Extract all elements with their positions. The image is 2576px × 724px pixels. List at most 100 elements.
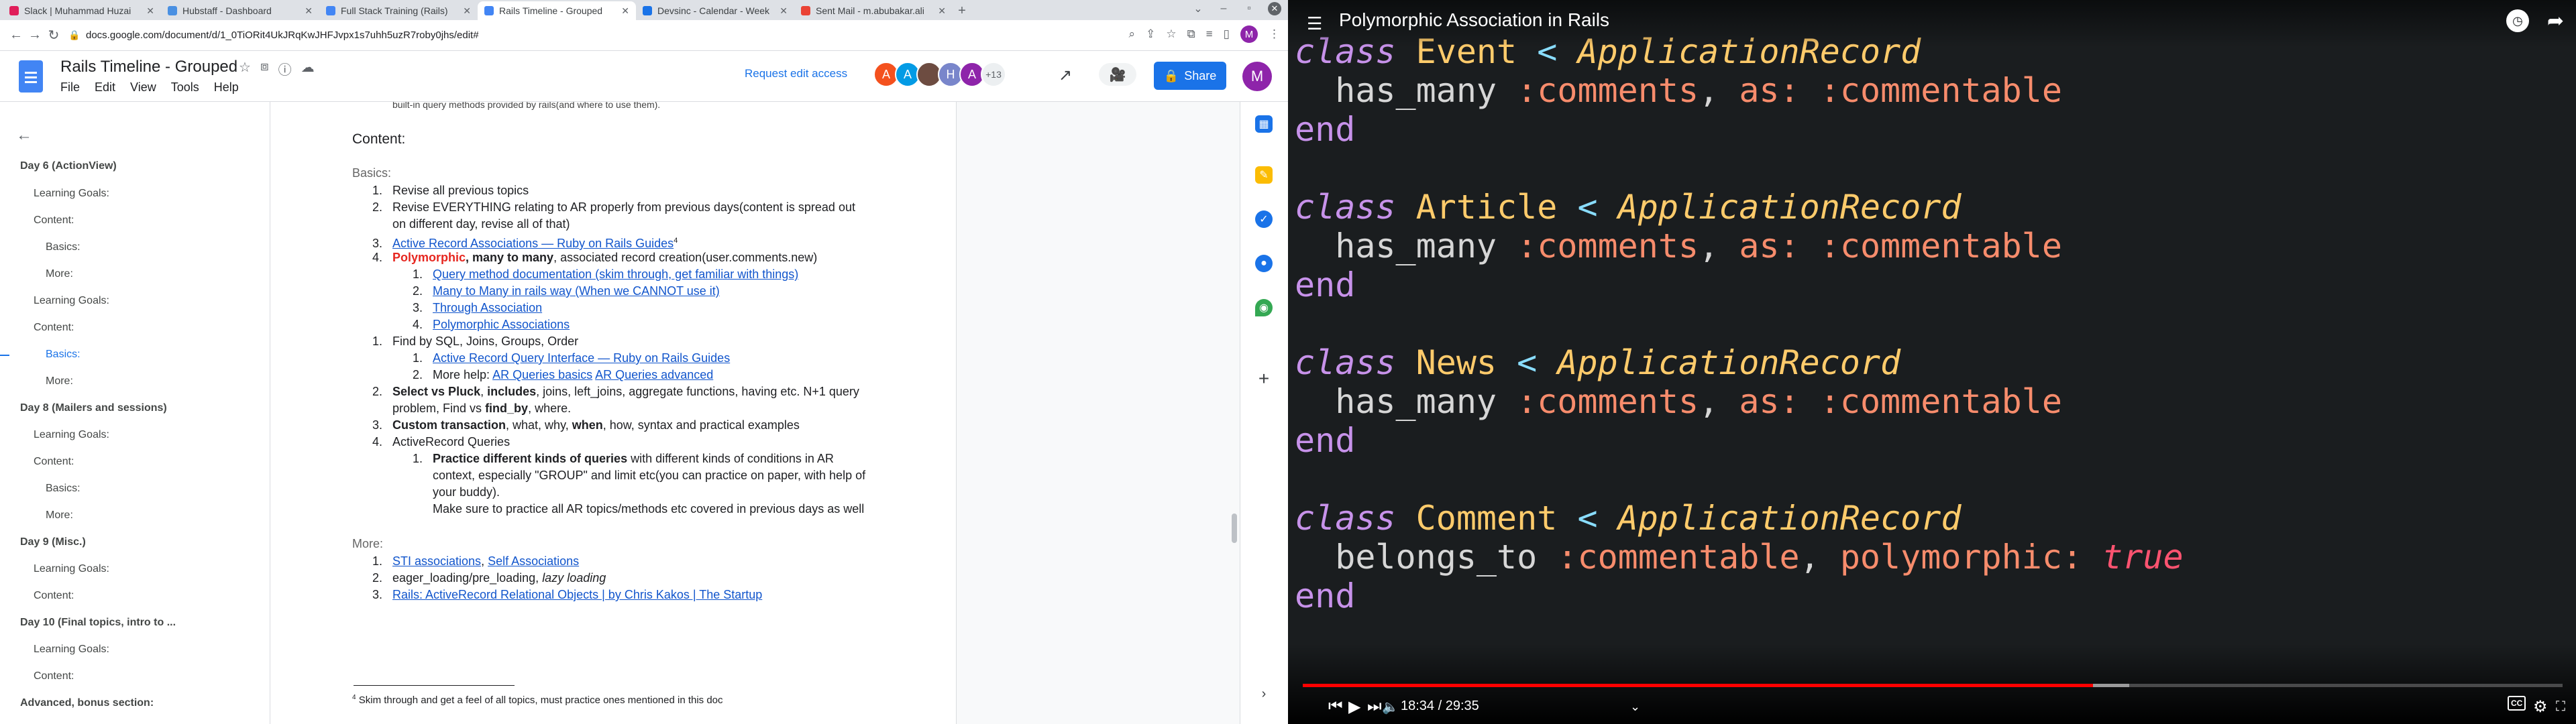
close-window-icon[interactable]: ✕ <box>1268 2 1281 15</box>
link-through-association[interactable]: Through Association <box>433 301 542 314</box>
outline-item[interactable]: Content: <box>0 590 270 602</box>
keep-icon[interactable]: ✎ <box>1255 166 1273 184</box>
menu-edit[interactable]: Edit <box>95 80 115 95</box>
outline-item[interactable]: Content: <box>0 670 270 682</box>
new-tab-button[interactable]: + <box>953 1 971 20</box>
star-icon[interactable]: ☆ <box>239 59 251 78</box>
settings-gear-icon[interactable]: ⚙ <box>2533 695 2548 719</box>
outline-item[interactable]: Basics: <box>0 483 270 495</box>
tab-close-icon[interactable]: ✕ <box>780 5 788 17</box>
outline-item[interactable]: Content: <box>0 456 270 468</box>
chrome-menu-icon[interactable]: ⋮ <box>1269 27 1280 41</box>
outline-item[interactable]: Learning Goals: <box>0 295 270 307</box>
outline-item[interactable]: Day 6 (ActionView) <box>0 160 270 172</box>
profile-avatar[interactable]: M <box>1240 25 1258 43</box>
link-polymorphic[interactable]: Polymorphic Associations <box>433 318 570 331</box>
outline-item[interactable]: Learning Goals: <box>0 644 270 656</box>
browser-tab[interactable]: Sent Mail - m.abubakar.ali ✕ <box>794 1 953 20</box>
outline-item[interactable]: Basics: <box>0 349 270 361</box>
browser-tab[interactable]: Hubstaff - Dashboard ✕ <box>161 1 319 20</box>
reading-list-icon[interactable]: ≡ <box>1206 27 1213 41</box>
maps-icon[interactable]: ◉ <box>1255 299 1273 316</box>
browser-tab[interactable]: Slack | Muhammad Huzai ✕ <box>3 1 161 20</box>
outline-item[interactable]: Content: <box>0 215 270 227</box>
move-folder-icon[interactable]: ⧈ <box>260 59 269 78</box>
docs-logo-icon[interactable] <box>19 60 43 93</box>
fullscreen-icon[interactable]: ⛶ <box>2556 695 2565 719</box>
volume-icon[interactable]: 🔈 <box>1382 695 1399 719</box>
menu-view[interactable]: View <box>130 80 156 95</box>
tab-close-icon[interactable]: ✕ <box>463 5 471 17</box>
next-icon[interactable]: ⏭ <box>1367 695 1382 719</box>
outline-item[interactable]: Day 9 (Misc.) <box>0 536 270 548</box>
outline-item[interactable]: Advanced, bonus section: <box>0 697 270 709</box>
outline-item[interactable]: Basics: <box>0 241 270 253</box>
close-outline-icon[interactable]: ← <box>16 126 32 145</box>
bookmark-star-icon[interactable]: ☆ <box>1166 27 1176 41</box>
outline-item[interactable]: Content: <box>0 322 270 334</box>
tab-search-icon[interactable]: ⌄ <box>1191 2 1205 15</box>
tab-close-icon[interactable]: ✕ <box>305 5 313 17</box>
outline-item[interactable]: More: <box>0 375 270 387</box>
share-button[interactable]: 🔒 Share <box>1154 62 1226 90</box>
outline-item[interactable]: More: <box>0 509 270 522</box>
outline-item[interactable]: Learning Goals: <box>0 563 270 575</box>
outline-item[interactable]: Learning Goals: <box>0 429 270 441</box>
share-page-icon[interactable]: ⇪ <box>1146 27 1155 41</box>
maximize-icon[interactable]: ▫ <box>1242 2 1256 15</box>
browser-tab[interactable]: Devsinc - Calendar - Week ✕ <box>636 1 794 20</box>
video-title[interactable]: Polymorphic Association in Rails <box>1339 9 1609 31</box>
more-collaborators-badge[interactable]: +13 <box>981 62 1006 87</box>
contacts-icon[interactable]: ● <box>1255 255 1273 272</box>
reload-icon[interactable]: ↻ <box>44 27 63 44</box>
meet-icon[interactable]: 🎥 <box>1099 63 1136 86</box>
progress-bar[interactable] <box>1303 684 2563 687</box>
link-sti[interactable]: STI associations <box>392 554 481 568</box>
previous-icon[interactable]: ⏮ <box>1328 695 1343 719</box>
extensions-icon[interactable]: ⧉ <box>1187 27 1195 41</box>
forward-icon[interactable]: → <box>25 27 44 43</box>
playlist-menu-icon[interactable]: ☰ <box>1307 13 1322 34</box>
link-query-interface[interactable]: Active Record Query Interface — Ruby on … <box>433 351 730 365</box>
tasks-icon[interactable]: ✓ <box>1255 210 1273 228</box>
calendar-icon[interactable]: ▦ <box>1255 115 1273 133</box>
add-addon-icon[interactable]: + <box>1255 368 1273 389</box>
document-title[interactable]: Rails Timeline - Grouped <box>60 58 237 76</box>
menu-help[interactable]: Help <box>214 80 239 95</box>
video-player[interactable]: class Event < ApplicationRecord has_many… <box>1288 0 2576 724</box>
link-ar-associations[interactable]: Active Record Associations — Ruby on Rai… <box>392 237 674 250</box>
tab-close-icon[interactable]: ✕ <box>938 5 946 17</box>
play-button-glyph[interactable]: ▶ <box>1348 695 1360 719</box>
tab-close-icon[interactable]: ✕ <box>621 5 629 17</box>
request-edit-access-button[interactable]: Request edit access <box>745 67 847 80</box>
collapse-panel-icon[interactable]: › <box>1255 685 1273 703</box>
cloud-status-icon[interactable]: ☁ <box>301 59 315 78</box>
share-arrow-icon[interactable]: ➦ <box>2547 9 2564 33</box>
browser-tab[interactable]: Full Stack Training (Rails) ✕ <box>319 1 478 20</box>
back-icon[interactable]: ← <box>7 27 25 43</box>
activity-dashboard-icon[interactable]: ↗ <box>1059 66 1072 85</box>
outline-item[interactable]: More: <box>0 268 270 280</box>
link-query-docs[interactable]: Query method documentation (skim through… <box>433 267 798 281</box>
zoom-icon[interactable]: ⌕ <box>1129 27 1136 41</box>
account-avatar[interactable]: M <box>1242 62 1272 91</box>
menu-tools[interactable]: Tools <box>171 80 199 95</box>
side-panel-icon[interactable]: ▯ <box>1224 27 1230 41</box>
menu-file[interactable]: File <box>60 80 80 95</box>
link-many-to-many[interactable]: Many to Many in rails way (When we CANNO… <box>433 284 720 298</box>
link-ar-basics[interactable]: AR Queries basics <box>492 368 592 381</box>
scrollbar-thumb[interactable] <box>1232 514 1237 543</box>
chapter-chevron-icon[interactable]: ⌄ <box>1630 695 1640 719</box>
browser-tab[interactable]: Rails Timeline - Grouped ✕ <box>478 1 636 20</box>
info-icon[interactable]: ⓘ <box>278 59 292 78</box>
link-relational-objects[interactable]: Rails: ActiveRecord Relational Objects |… <box>392 588 762 601</box>
captions-button[interactable]: CC <box>2508 696 2526 711</box>
watch-later-icon[interactable]: ◷ <box>2506 9 2529 32</box>
address-bar[interactable]: 🔒 docs.google.com/document/d/1_0TiORit4U… <box>68 25 1128 46</box>
outline-item[interactable]: Day 8 (Mailers and sessions) <box>0 402 270 414</box>
minimize-icon[interactable]: – <box>1217 2 1230 15</box>
tab-close-icon[interactable]: ✕ <box>146 5 154 17</box>
outline-item[interactable]: Learning Goals: <box>0 188 270 200</box>
outline-item[interactable]: Day 10 (Final topics, intro to ... <box>0 617 270 629</box>
link-self-associations[interactable]: Self Associations <box>488 554 579 568</box>
